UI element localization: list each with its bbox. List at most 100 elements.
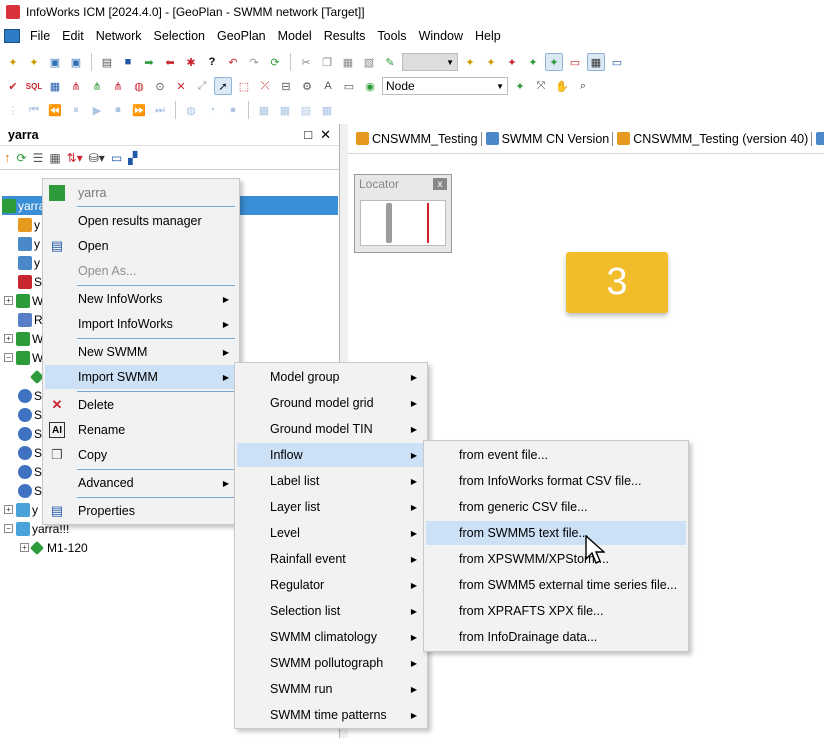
up-arrow-icon[interactable]: ↑ [4, 150, 11, 165]
save-icon[interactable]: ■ [119, 53, 137, 71]
list-icon[interactable]: ☰ [33, 151, 44, 165]
network-tools-icon[interactable]: ✦ [511, 77, 529, 95]
select-arrow-icon[interactable]: ➚ [214, 77, 232, 95]
object-type-combo[interactable]: Node ▼ [382, 77, 508, 95]
tree-item[interactable]: S [18, 424, 42, 443]
revert-icon[interactable]: ⬅ [161, 53, 179, 71]
zoom-icon[interactable]: ⌕ [574, 77, 592, 95]
hierarchy-icon[interactable]: ▞ [128, 151, 137, 165]
stop-icon[interactable]: ⏹ [109, 101, 127, 119]
menu-item-import-swmm[interactable]: Import SWMM ▶ [45, 365, 237, 389]
locator-window[interactable]: Locator x [354, 174, 452, 253]
pan-icon[interactable]: ✋ [553, 77, 571, 95]
menu-item-ground-model-grid[interactable]: Ground model grid ▶ [237, 391, 425, 415]
menu-model[interactable]: Model [272, 26, 318, 46]
tree-item[interactable]: R [18, 310, 43, 329]
lock-icon[interactable]: ▣ [46, 53, 64, 71]
gear-icon[interactable]: ⚙ [298, 77, 316, 95]
tree-item[interactable]: S [18, 443, 42, 462]
menu-item-ground-model-tin[interactable]: Ground model TIN ▶ [237, 417, 425, 441]
menu-item-open[interactable]: ▤ Open [45, 234, 237, 258]
commit-icon[interactable]: ➡ [140, 53, 158, 71]
paste-special-icon[interactable]: ▧ [360, 53, 378, 71]
connect-icon[interactable]: ⊙ [151, 77, 169, 95]
menu-item-from-infoworks-csv[interactable]: from InfoWorks format CSV file... [426, 469, 686, 493]
menu-item-inflow[interactable]: Inflow ▶ [237, 443, 425, 467]
tab-swmm-cn-version[interactable]: SWMM CN Version [485, 131, 614, 146]
prev-frame-icon[interactable]: ⏪ [46, 101, 64, 119]
expand-icon[interactable]: + [4, 505, 13, 514]
menu-item-level[interactable]: Level ▶ [237, 521, 425, 545]
menu-item-open-results-manager[interactable]: Open results manager [45, 209, 237, 233]
text-icon[interactable]: A [319, 77, 337, 95]
delete-icon[interactable]: ✕ [172, 77, 190, 95]
menu-selection[interactable]: Selection [148, 26, 211, 46]
cut-icon[interactable]: ✂ [297, 53, 315, 71]
play-icon[interactable]: ▶ [88, 101, 106, 119]
tree-item[interactable]: y [18, 215, 40, 234]
next-frame-icon[interactable]: ⏩ [130, 101, 148, 119]
tab-cnswmm-testing[interactable]: CNSWMM_Testing [356, 131, 482, 146]
menu-item-new-infoworks[interactable]: New InfoWorks ▶ [45, 287, 237, 311]
help-icon[interactable]: ? [203, 53, 221, 71]
cursor-icon[interactable]: ⤢ [193, 77, 211, 95]
tree-item[interactable]: S [18, 272, 42, 291]
graph-icon[interactable]: ▭ [566, 53, 584, 71]
split-icon[interactable]: ⤫ [256, 77, 274, 95]
tree-item[interactable]: S [18, 405, 42, 424]
tree-item[interactable]: S [18, 481, 42, 500]
scenario-icon[interactable]: ✦ [524, 53, 542, 71]
menu-item-from-infodrainage[interactable]: from InfoDrainage data... [426, 625, 686, 649]
bug-icon[interactable]: ✱ [182, 53, 200, 71]
menu-window[interactable]: Window [413, 26, 469, 46]
menu-file[interactable]: File [24, 26, 56, 46]
expand-icon[interactable]: + [4, 296, 13, 305]
tree-item[interactable]: + W [4, 329, 43, 348]
first-frame-icon[interactable]: ⏮ [25, 101, 43, 119]
expand-icon[interactable]: + [20, 543, 29, 552]
undo-icon[interactable]: ↶ [224, 53, 242, 71]
menu-results[interactable]: Results [318, 26, 372, 46]
copy-icon[interactable]: ❐ [318, 53, 336, 71]
menu-tools[interactable]: Tools [371, 26, 412, 46]
time-icon[interactable]: ◔ [203, 101, 221, 119]
globe-icon[interactable]: ◍ [182, 101, 200, 119]
tree-item[interactable]: S [18, 386, 42, 405]
new-icon[interactable]: ✦ [4, 53, 22, 71]
menu-item-properties[interactable]: ▤ Properties [45, 499, 237, 523]
menu-item-swmm-pollutograph[interactable]: SWMM pollutograph ▶ [237, 651, 425, 675]
menu-item-from-swmm5-external-ts[interactable]: from SWMM5 external time series file... [426, 573, 686, 597]
validate-icon[interactable]: ✦ [545, 53, 563, 71]
node-picker-icon[interactable]: ◉ [361, 77, 379, 95]
menu-item-model-group[interactable]: Model group ▶ [237, 365, 425, 389]
collapse-icon[interactable]: − [4, 353, 13, 362]
menu-item-rename[interactable]: AI Rename [45, 418, 237, 442]
trace-downstream-icon[interactable]: ⋔ [88, 77, 106, 95]
tree-item[interactable]: y [18, 234, 40, 253]
chart-icon[interactable]: ▭ [608, 53, 626, 71]
find-icon[interactable]: ⛁▾ [89, 151, 105, 165]
check-icon[interactable]: ✔ [4, 77, 22, 95]
tab-cnswmm-testing-v40[interactable]: CNSWMM_Testing (version 40) [617, 131, 813, 146]
tab-sv[interactable]: SV [816, 132, 824, 146]
tree-item[interactable]: + W [4, 291, 43, 310]
tree-item[interactable]: y [18, 253, 40, 272]
grid-icon[interactable]: ▦ [587, 53, 605, 71]
refresh-icon[interactable]: ⟳ [17, 151, 27, 165]
details-icon[interactable]: ▦ [49, 151, 60, 165]
table-icon[interactable]: ▦ [46, 77, 64, 95]
mdi-icon[interactable] [4, 29, 20, 43]
zoom-combo[interactable]: ▼ [402, 53, 458, 71]
close-icon[interactable]: ✕ [320, 127, 331, 143]
expand-icon[interactable]: + [4, 334, 13, 343]
locator-preview[interactable] [360, 200, 446, 246]
tree-item[interactable]: + y [4, 500, 38, 519]
menu-item-from-xpswmm[interactable]: from XPSWMM/XPStorm... [426, 547, 686, 571]
menu-item-swmm-climatology[interactable]: SWMM climatology ▶ [237, 625, 425, 649]
sql-icon[interactable]: SQL [25, 77, 43, 95]
tree-icon[interactable]: ✦ [503, 53, 521, 71]
select-area-icon[interactable]: ⬚ [235, 77, 253, 95]
float-icon[interactable]: □ [304, 127, 312, 143]
menu-item-selection-list[interactable]: Selection list ▶ [237, 599, 425, 623]
menu-item-import-infoworks[interactable]: Import InfoWorks ▶ [45, 312, 237, 336]
